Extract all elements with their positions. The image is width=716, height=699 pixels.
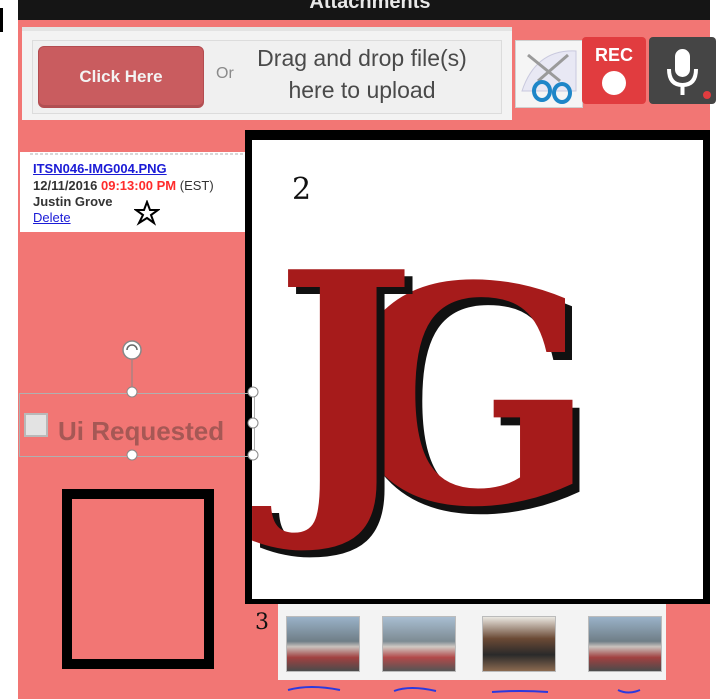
- click-here-button[interactable]: Click Here: [38, 46, 204, 108]
- drag-drop-text: Drag and drop file(s) here to upload: [236, 42, 488, 106]
- thumbnail-strip: [278, 604, 666, 680]
- record-audio-button[interactable]: [649, 37, 716, 104]
- microphone-icon: [667, 49, 711, 99]
- page-edge-mark: [0, 8, 3, 32]
- selection-handles: [122, 340, 259, 461]
- rec-label: REC: [594, 45, 633, 65]
- annotation-number-3: 3: [255, 610, 269, 635]
- thumbnail-1[interactable]: [286, 616, 360, 672]
- attachment-timezone: (EST): [179, 178, 214, 193]
- attachment-card: ITSN046-IMG004.PNG 12/11/2016 09:13:00 P…: [20, 152, 252, 232]
- page-title: Attachments: [309, 0, 431, 13]
- placeholder-box: [62, 489, 214, 669]
- jg-logo: G G J J: [251, 206, 604, 581]
- star-icon: [134, 200, 160, 226]
- thumbnail-3[interactable]: [482, 616, 556, 672]
- record-dot-icon: [602, 71, 626, 95]
- drag-text-line2: here to upload: [288, 77, 436, 103]
- delete-link[interactable]: Delete: [33, 210, 71, 225]
- svg-text:J: J: [252, 206, 416, 559]
- snipping-tool-button[interactable]: [515, 40, 583, 108]
- thumbnail-4[interactable]: [588, 616, 662, 672]
- attachment-file-link[interactable]: ITSN046-IMG004.PNG: [33, 161, 167, 176]
- handwritten-underlines: [287, 686, 641, 694]
- drag-text-line1: Drag and drop file(s): [257, 45, 467, 71]
- record-screen-button[interactable]: REC: [582, 37, 646, 104]
- card-border-decoration: [30, 153, 252, 155]
- image-preview[interactable]: G G J J: [251, 140, 703, 599]
- attachment-author: Justin Grove: [33, 194, 113, 209]
- or-label: Or: [216, 65, 234, 82]
- scissors-icon: [521, 50, 577, 104]
- attachment-date: 12/11/2016: [33, 178, 98, 193]
- thumbnail-2[interactable]: [382, 616, 456, 672]
- attachment-time: 09:13:00 PM: [100, 178, 177, 193]
- attachment-timestamp: 12/11/2016 09:13:00 PM (EST): [33, 178, 214, 193]
- annotation-number-2: 2: [292, 172, 312, 207]
